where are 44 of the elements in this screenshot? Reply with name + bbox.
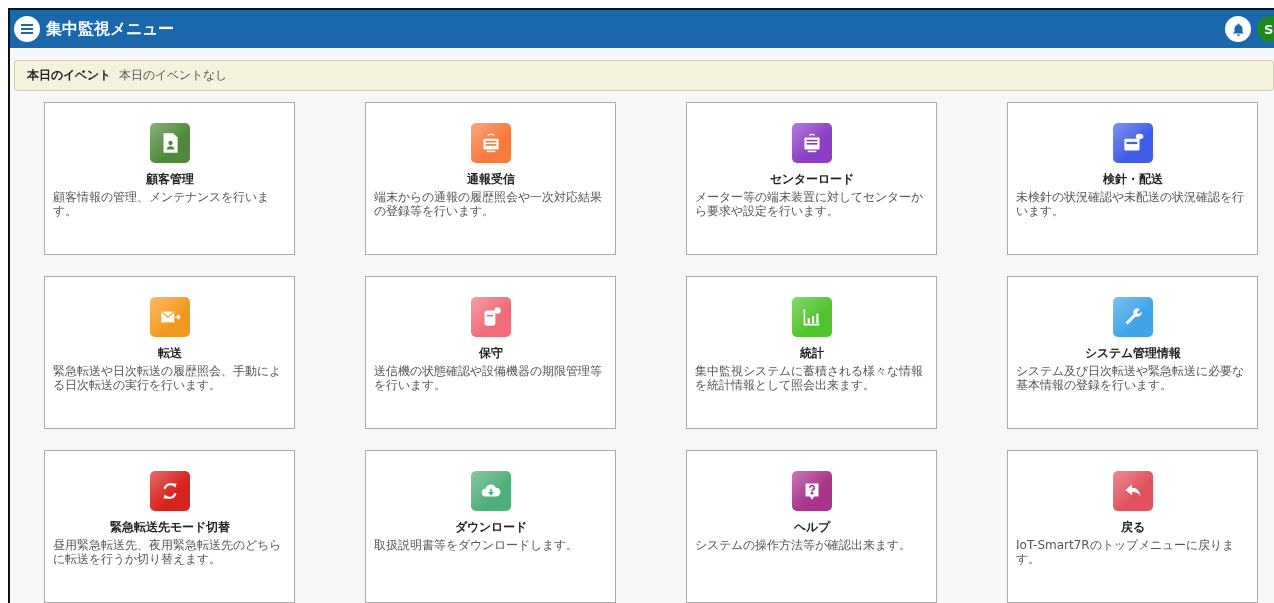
bell-icon bbox=[1232, 22, 1244, 36]
card-title: 保守 bbox=[478, 345, 503, 362]
card-description: システム及び日次転送や緊急転送に必要な基本情報の登録を行います。 bbox=[1016, 364, 1245, 392]
menu-button[interactable] bbox=[14, 16, 40, 42]
menu-card[interactable]: 緊急転送先モード切替 昼用緊急転送先、夜用緊急転送先のどちらに転送を行うか切り替えます。 bbox=[44, 450, 295, 603]
user-avatar[interactable]: S bbox=[1257, 16, 1274, 42]
page-title: 集中監視メニュー bbox=[46, 18, 174, 40]
card-description: 取扱説明書等をダウンロードします。 bbox=[374, 538, 579, 552]
card-title: センターロード bbox=[769, 171, 854, 188]
menu-card[interactable]: 通報受信 端末からの通報の履歴照会や一次対応結果の登録等を行います。 bbox=[365, 102, 616, 255]
card-description: 集中監視システムに蓄積される様々な情報を統計情報として照会出来ます。 bbox=[695, 364, 924, 392]
menu-card[interactable]: 戻る IoT-Smart7Rのトップメニューに戻ります。 bbox=[1007, 450, 1258, 603]
menu-card[interactable]: 保守 送信機の状態確認や設備機器の期限管理等を行います。 bbox=[365, 276, 616, 429]
card-title: システム管理情報 bbox=[1084, 345, 1181, 362]
menu-card[interactable]: 統計 集中監視システムに蓄積される様々な情報を統計情報として照会出来ます。 bbox=[686, 276, 937, 429]
card-title: 通報受信 bbox=[466, 171, 515, 188]
card-title: 転送 bbox=[157, 345, 182, 362]
card-description: 緊急転送や日次転送の履歴照会、手動による日次転送の実行を行います。 bbox=[53, 364, 282, 392]
event-text: 本日のイベントなし bbox=[119, 67, 227, 84]
menu-card[interactable]: ダウンロード 取扱説明書等をダウンロードします。 bbox=[365, 450, 616, 603]
notification-button[interactable] bbox=[1225, 16, 1251, 42]
card-description: システムの操作方法等が確認出来ます。 bbox=[695, 538, 912, 552]
card-title: 検針・配送 bbox=[1102, 171, 1163, 188]
menu-card[interactable]: 顧客管理 顧客情報の管理、メンテナンスを行います。 bbox=[44, 102, 295, 255]
menu-icon bbox=[21, 24, 33, 34]
event-label: 本日のイベント bbox=[27, 67, 111, 84]
card-title: 統計 bbox=[799, 345, 824, 362]
menu-card[interactable]: 転送 緊急転送や日次転送の履歴照会、手動による日次転送の実行を行います。 bbox=[44, 276, 295, 429]
card-description: 昼用緊急転送先、夜用緊急転送先のどちらに転送を行うか切り替えます。 bbox=[53, 538, 282, 566]
card-title: 顧客管理 bbox=[145, 171, 194, 188]
card-description: 送信機の状態確認や設備機器の期限管理等を行います。 bbox=[374, 364, 603, 392]
card-description: 顧客情報の管理、メンテナンスを行います。 bbox=[53, 190, 270, 218]
menu-card[interactable]: ヘルプ システムの操作方法等が確認出来ます。 bbox=[686, 450, 937, 603]
card-title: 緊急転送先モード切替 bbox=[109, 519, 230, 536]
menu-card[interactable]: システム管理情報 システム及び日次転送や緊急転送に必要な基本情報の登録を行います。 bbox=[1007, 276, 1258, 429]
card-title: 戻る bbox=[1120, 519, 1145, 536]
card-title: ダウンロード bbox=[454, 519, 527, 536]
menu-card[interactable]: センターロード メーター等の端末装置に対してセンターから要求や設定を行います。 bbox=[686, 102, 937, 255]
card-description: IoT-Smart7Rのトップメニューに戻ります。 bbox=[1016, 538, 1235, 566]
card-title: ヘルプ bbox=[793, 519, 830, 536]
card-description: メーター等の端末装置に対してセンターから要求や設定を行います。 bbox=[695, 190, 924, 218]
card-description: 未検針の状況確認や未配送の状況確認を行います。 bbox=[1016, 190, 1245, 218]
card-description: 端末からの通報の履歴照会や一次対応結果の登録等を行います。 bbox=[374, 190, 603, 218]
menu-card[interactable]: 検針・配送 未検針の状況確認や未配送の状況確認を行います。 bbox=[1007, 102, 1258, 255]
